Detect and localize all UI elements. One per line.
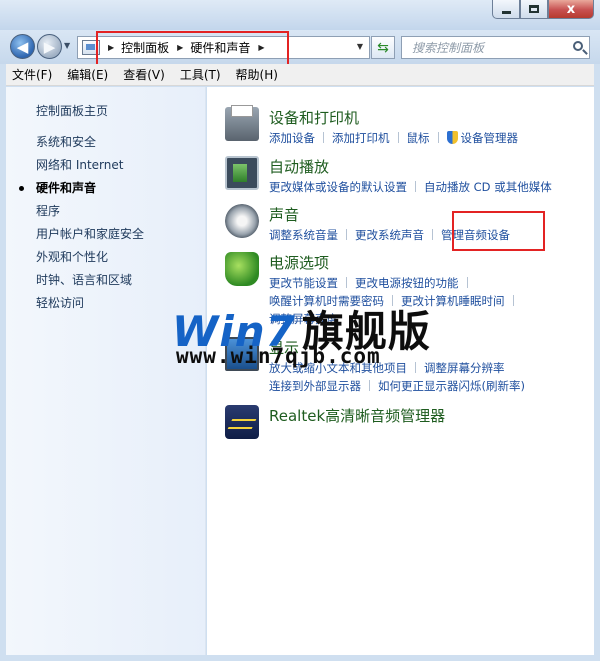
- link-change-media-defaults[interactable]: 更改媒体或设备的默认设置: [269, 180, 407, 194]
- link-adjust-volume[interactable]: 调整系统音量: [269, 228, 338, 242]
- separator: [415, 362, 416, 373]
- window-titlebar: x: [0, 0, 600, 30]
- main-content: 设备和打印机 添加设备 添加打印机 鼠标 设备管理器 自动播放 更改媒体或设备的默认设…: [207, 87, 594, 655]
- menu-file[interactable]: 文件(F): [12, 66, 52, 83]
- link-fix-flicker[interactable]: 如何更正显示器闪烁(刷新率): [378, 379, 525, 393]
- category-title[interactable]: Realtek高清晰音频管理器: [269, 405, 445, 426]
- menu-view[interactable]: 查看(V): [123, 66, 165, 83]
- printer-icon[interactable]: [225, 105, 259, 141]
- address-dropdown-icon[interactable]: ▼: [357, 42, 363, 51]
- forward-button[interactable]: ▶: [37, 34, 62, 59]
- separator: [369, 380, 370, 391]
- separator: [437, 132, 439, 143]
- search-icon[interactable]: [573, 41, 583, 51]
- sidebar: 控制面板主页 系统和安全 网络和 Internet 硬件和声音 程序 用户帐户和…: [6, 87, 206, 655]
- category-links: 添加设备 添加打印机 鼠标 设备管理器: [269, 129, 600, 147]
- uac-shield-icon: [446, 131, 458, 144]
- separator: [397, 132, 399, 143]
- category-links: 调整系统音量 更改系统声音 管理音频设备: [269, 226, 600, 244]
- close-icon: x: [566, 1, 576, 17]
- minimize-button[interactable]: [492, 0, 520, 19]
- menu-tools[interactable]: 工具(T): [180, 66, 221, 83]
- close-button[interactable]: x: [548, 0, 594, 19]
- menu-help[interactable]: 帮助(H): [236, 66, 278, 83]
- sidebar-item-user-accounts[interactable]: 用户帐户和家庭安全: [36, 227, 144, 250]
- separator: [466, 277, 468, 288]
- category-title[interactable]: 设备和打印机: [269, 107, 359, 128]
- realtek-audio-icon[interactable]: [225, 405, 259, 439]
- speaker-icon[interactable]: [225, 204, 259, 238]
- refresh-icon: ⇆: [377, 39, 389, 56]
- forward-arrow-icon: ▶: [43, 37, 56, 56]
- link-mouse[interactable]: 鼠标: [407, 131, 430, 145]
- separator: [346, 229, 347, 240]
- maximize-button[interactable]: [520, 0, 548, 19]
- window-controls: x: [492, 0, 594, 19]
- separator: [512, 295, 514, 306]
- link-device-manager[interactable]: 设备管理器: [461, 131, 519, 145]
- category-title[interactable]: 自动播放: [269, 156, 329, 177]
- link-add-printer[interactable]: 添加打印机: [332, 131, 390, 145]
- category-title[interactable]: 电源选项: [269, 252, 329, 273]
- search-placeholder: 搜索控制面板: [412, 41, 485, 55]
- sidebar-item-appearance[interactable]: 外观和个性化: [36, 250, 144, 273]
- search-input[interactable]: 搜索控制面板: [401, 36, 590, 59]
- battery-icon[interactable]: [225, 252, 259, 286]
- link-external-display[interactable]: 连接到外部显示器: [269, 379, 361, 393]
- menu-edit[interactable]: 编辑(E): [67, 66, 108, 83]
- sidebar-item-hardware-sound: 硬件和声音: [18, 181, 144, 204]
- menu-bar: 文件(F) 编辑(E) 查看(V) 工具(T) 帮助(H): [6, 64, 594, 86]
- link-screen-resolution[interactable]: 调整屏幕分辨率: [424, 361, 505, 375]
- sidebar-item-programs[interactable]: 程序: [36, 204, 144, 227]
- link-autoplay-cd[interactable]: 自动播放 CD 或其他媒体: [424, 180, 552, 194]
- sidebar-item-ease-of-access[interactable]: 轻松访问: [36, 296, 144, 319]
- sidebar-item-clock-region[interactable]: 时钟、语言和区域: [36, 273, 144, 296]
- sidebar-item-system-security[interactable]: 系统和安全: [36, 135, 144, 158]
- separator: [432, 229, 433, 240]
- navigation-bar: ◀ ▶ ▼ ▶ 控制面板 ▶ 硬件和声音 ▶ ▼ ⇆ 搜索控制面板: [0, 30, 600, 64]
- separator: [323, 132, 324, 143]
- highlight-box-audio-devices: [452, 211, 545, 251]
- watermark-url: www.win7qjb.com: [176, 344, 381, 368]
- back-arrow-icon: ◀: [16, 37, 29, 56]
- separator: [346, 277, 347, 288]
- link-change-power-saving[interactable]: 更改节能设置: [269, 276, 338, 290]
- maximize-icon: [529, 5, 539, 13]
- recent-pages-chevron-icon[interactable]: ▼: [64, 41, 70, 50]
- autoplay-icon[interactable]: [225, 156, 259, 190]
- back-button[interactable]: ◀: [10, 34, 35, 59]
- separator: [415, 181, 416, 192]
- refresh-button[interactable]: ⇆: [371, 36, 395, 59]
- link-power-button-function[interactable]: 更改电源按钮的功能: [355, 276, 459, 290]
- link-add-device[interactable]: 添加设备: [269, 131, 315, 145]
- category-links: 更改媒体或设备的默认设置 自动播放 CD 或其他媒体: [269, 178, 600, 196]
- sidebar-item-network[interactable]: 网络和 Internet: [36, 158, 144, 181]
- sidebar-home-link[interactable]: 控制面板主页: [36, 102, 108, 119]
- sidebar-list: 系统和安全 网络和 Internet 硬件和声音 程序 用户帐户和家庭安全 外观…: [18, 135, 144, 319]
- link-change-sounds[interactable]: 更改系统声音: [355, 228, 424, 242]
- category-title[interactable]: 声音: [269, 204, 299, 225]
- minimize-icon: [501, 10, 511, 14]
